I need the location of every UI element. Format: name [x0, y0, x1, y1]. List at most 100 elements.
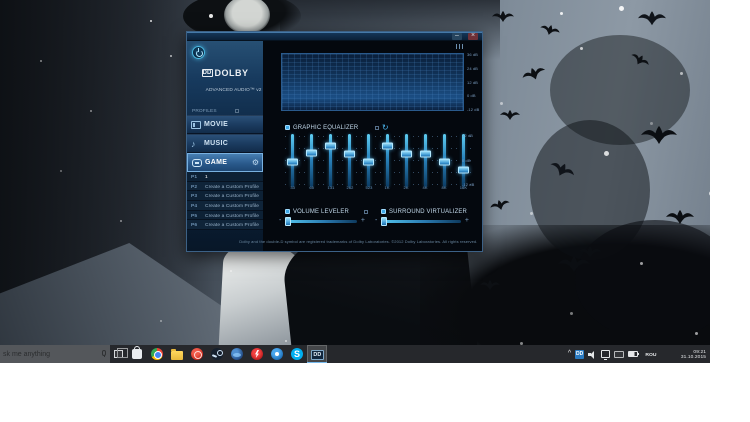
- globe-icon: [231, 348, 243, 360]
- eq-slider-handle[interactable]: [344, 150, 355, 158]
- network-icon[interactable]: [601, 350, 611, 360]
- time-text: 09:21: [693, 348, 706, 355]
- output-graph-scale: 36 dB 24 dB 12 dB 0 dB -12 dB: [467, 52, 480, 112]
- taskbar-app-steam[interactable]: [207, 345, 227, 363]
- custom-profile-p1[interactable]: P1 1: [187, 172, 263, 182]
- task-view-icon: [114, 348, 128, 358]
- store-icon: [132, 346, 142, 359]
- taskbar-app-dolby[interactable]: DD: [307, 345, 327, 363]
- profiles-sidebar: DD DOLBY ADVANCED AUDIO™ v2 PROFILES MOV…: [187, 41, 263, 251]
- keyboard-icon[interactable]: [614, 350, 625, 358]
- volume-leveler-header: VOLUME LEVELER: [285, 208, 368, 215]
- slider-track: [284, 217, 357, 226]
- eq-slider-handle[interactable]: [439, 158, 450, 166]
- output-graph: [281, 53, 464, 111]
- minus-label: -: [279, 217, 282, 224]
- chrome-icon: [151, 348, 163, 360]
- dolby-icon: DD: [310, 349, 324, 360]
- info-icon[interactable]: [363, 209, 368, 214]
- audio-panel: 36 dB 24 dB 12 dB 0 dB -12 dB GRAPHIC EQ…: [239, 41, 482, 251]
- taskbar-app-bolt-media[interactable]: [247, 345, 267, 363]
- minus-label: -: [375, 217, 378, 224]
- steam-icon: [211, 348, 223, 360]
- hidden-icons-chevron[interactable]: ^: [568, 350, 571, 357]
- wallpaper-snow: [150, 20, 152, 22]
- eq-slider-handle[interactable]: [306, 149, 317, 157]
- custom-profile-p2[interactable]: P2 Create a Custom Profile: [187, 181, 263, 192]
- reset-icon[interactable]: ↻: [382, 123, 389, 131]
- equalizer-scale: 12 dB 0 dB -12 dB: [462, 133, 475, 187]
- wallpaper-snow: [560, 12, 563, 15]
- blue-app-icon: [271, 348, 283, 360]
- clock[interactable]: 09:21 31.10.2015: [664, 349, 708, 359]
- volume-leveler-slider[interactable]: - +: [279, 216, 365, 226]
- volume-leveler-handle[interactable]: [284, 217, 291, 226]
- custom-profile-p5[interactable]: P5 Create a Custom Profile: [187, 210, 263, 221]
- gamepad-icon: [192, 158, 202, 167]
- equalizer-checkbox[interactable]: [285, 125, 290, 130]
- desktop-wallpaper: – × DD DOLBY ADVANCED AUDIO™ v2 PROFILES: [0, 0, 710, 363]
- custom-profile-p3[interactable]: P3 Create a Custom Profile: [187, 191, 263, 202]
- equalizer-sliders: 33 65 131 262 523 1K 2K 4K 8K 16K: [283, 134, 473, 190]
- search-input[interactable]: sk me anything: [0, 345, 110, 363]
- surround-virtualizer-checkbox[interactable]: [381, 209, 386, 214]
- brand-name: DOLBY: [214, 68, 249, 78]
- profile-item-game[interactable]: GAME ⚙: [187, 153, 263, 172]
- battery-icon[interactable]: [628, 351, 640, 357]
- dolby-tray-icon[interactable]: DD: [575, 349, 585, 359]
- dolby-brand: DD DOLBY ADVANCED AUDIO™ v2: [187, 68, 263, 97]
- plus-label: +: [360, 217, 365, 224]
- profile-item-music[interactable]: ♪ MUSIC: [187, 134, 263, 153]
- info-icon[interactable]: [374, 125, 379, 130]
- meter-icon: [456, 44, 463, 49]
- surround-virtualizer-slider[interactable]: - +: [375, 216, 469, 226]
- surround-virtualizer-handle[interactable]: [381, 217, 388, 226]
- folder-icon: [171, 348, 183, 360]
- close-button[interactable]: ×: [468, 32, 478, 40]
- eq-slider-handle[interactable]: [382, 142, 393, 150]
- gear-icon[interactable]: ⚙: [252, 158, 259, 167]
- film-icon: [191, 120, 201, 129]
- profiles-header: PROFILES: [192, 106, 240, 115]
- volume-icon[interactable]: [588, 350, 597, 359]
- eq-slider-handle[interactable]: [325, 142, 336, 150]
- custom-profile-p4[interactable]: P4 Create a Custom Profile: [187, 201, 263, 211]
- power-button[interactable]: [192, 46, 205, 59]
- taskbar-app-globe[interactable]: [227, 345, 247, 363]
- info-icon[interactable]: [235, 108, 240, 113]
- dolby-advanced-audio-window: – × DD DOLBY ADVANCED AUDIO™ v2 PROFILES: [186, 31, 483, 252]
- screenshot-canvas: – × DD DOLBY ADVANCED AUDIO™ v2 PROFILES: [0, 0, 750, 422]
- eq-slider-handle[interactable]: [401, 150, 412, 158]
- eq-slider-handle[interactable]: [420, 150, 431, 158]
- dolby-double-d-icon: DD: [201, 69, 213, 77]
- microphone-icon[interactable]: [102, 350, 106, 357]
- surround-virtualizer-header: SURROUND VIRTUALIZER: [381, 208, 482, 215]
- date-text: 31.10.2015: [680, 353, 706, 360]
- profile-item-movie[interactable]: MOVIE: [187, 115, 263, 134]
- system-tray: ^ DD ROU 09:21 31.10.2015: [568, 345, 710, 363]
- taskbar-app-skype[interactable]: S: [287, 345, 307, 363]
- taskbar-app-store[interactable]: [127, 345, 147, 363]
- task-view-button[interactable]: [110, 345, 128, 363]
- search-placeholder: sk me anything: [3, 350, 51, 358]
- red-app-icon: [191, 348, 203, 360]
- plus-label: +: [464, 217, 469, 224]
- taskbar-app-file-explorer[interactable]: [167, 345, 187, 363]
- taskbar-app-red-media[interactable]: [187, 345, 207, 363]
- eq-slider-handle[interactable]: [363, 158, 374, 166]
- custom-profile-p6[interactable]: P6 Create a Custom Profile: [187, 220, 263, 231]
- eq-slider-handle[interactable]: [287, 158, 298, 166]
- graphic-equalizer-header: GRAPHIC EQUALIZER ↻: [285, 123, 389, 131]
- wallpaper-bats: [480, 11, 710, 330]
- minimize-button[interactable]: –: [452, 32, 462, 40]
- taskbar-app-chrome[interactable]: [147, 345, 167, 363]
- lightning-icon: [251, 348, 263, 360]
- language-indicator[interactable]: ROU: [646, 351, 657, 357]
- volume-leveler-checkbox[interactable]: [285, 209, 290, 214]
- taskbar: sk me anything S DD ^ DD ROU 09:21 31.10…: [0, 345, 710, 363]
- skype-icon: S: [291, 348, 303, 360]
- brand-subtitle: ADVANCED AUDIO™ v2: [205, 86, 262, 93]
- profiles-menu: MOVIE ♪ MUSIC GAME ⚙ P1 1 P2 Create a Cu…: [187, 115, 263, 231]
- window-titlebar[interactable]: – ×: [187, 32, 482, 41]
- taskbar-app-blue[interactable]: [267, 345, 287, 363]
